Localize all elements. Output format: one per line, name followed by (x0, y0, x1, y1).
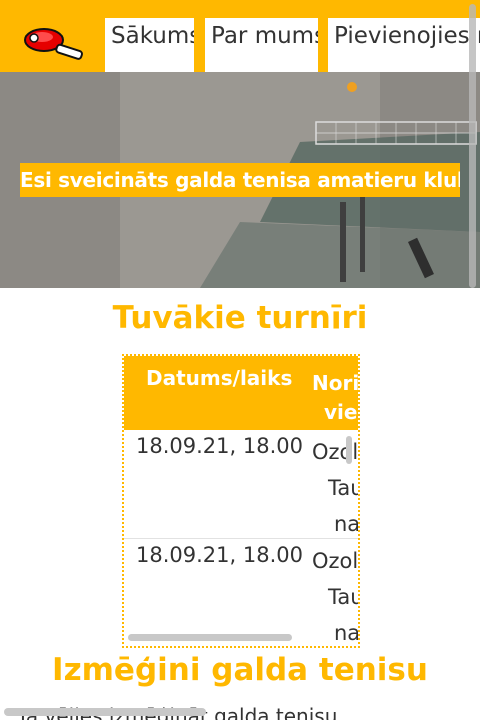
tournaments-table[interactable]: Datums/laiks Noris vie 18.09.21, 18.00 O… (122, 354, 360, 648)
venue-line: Ozol (312, 549, 359, 573)
table-horizontal-scrollbar[interactable] (128, 634, 292, 641)
navbar: Sākums Par mums Pievienojies mums (0, 0, 480, 72)
table-row: 18.09.21, 18.00 Ozol Tau na (124, 539, 360, 646)
nav-link-join[interactable]: Pievienojies mums (328, 18, 480, 72)
cell-venue: Ozol Tau na (312, 543, 360, 646)
column-header-date: Datums/laiks (146, 366, 293, 390)
table-vertical-scrollbar[interactable] (346, 436, 352, 464)
column-header-venue: Noris (312, 371, 360, 395)
nav-link-about[interactable]: Par mums (205, 18, 318, 72)
hero-title: Esi sveicināts galda tenisa amatieru klu… (20, 163, 460, 197)
page-scrollbar[interactable] (469, 4, 476, 288)
table-header: Datums/laiks Noris vie (124, 356, 358, 430)
table-row: 18.09.21, 18.00 Ozol Tau na (124, 430, 358, 539)
nav-link-label: Par mums (211, 23, 318, 49)
nav-link-label: Sākums (111, 23, 194, 49)
tournaments-heading: Tuvākie turnīri (112, 300, 368, 336)
nav-link-label: Pievienojies mums (334, 23, 480, 49)
venue-line: na (334, 512, 360, 536)
venue-line: Tau (328, 585, 360, 609)
venue-line: na (334, 621, 360, 645)
table-tennis-paddle-icon[interactable] (22, 26, 86, 60)
hero-banner: Esi sveicināts galda tenisa amatieru klu… (0, 72, 480, 288)
trial-heading: Izmēģini galda tenisu (52, 652, 428, 688)
cell-date: 18.09.21, 18.00 (136, 434, 303, 458)
cell-date: 18.09.21, 18.00 (136, 543, 303, 567)
venue-line: Ozol (312, 440, 359, 464)
venue-line: Tau (328, 476, 360, 500)
nav-link-home[interactable]: Sākums (105, 18, 194, 72)
column-header-venue-line2: vie (324, 400, 358, 424)
cell-venue: Ozol Tau na (312, 434, 360, 542)
page-horizontal-scrollbar[interactable] (4, 708, 206, 716)
